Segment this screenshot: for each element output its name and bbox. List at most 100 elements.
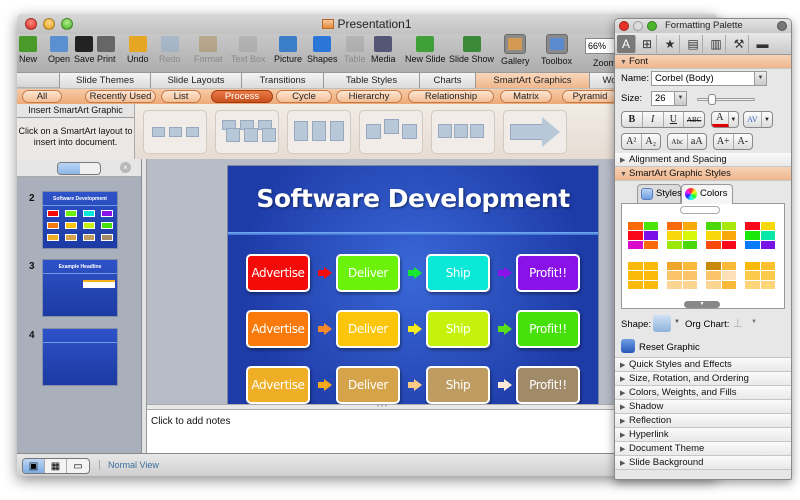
layout-accent-process[interactable] <box>215 110 279 154</box>
toolbar-format-button[interactable]: Format <box>194 36 223 64</box>
category-all[interactable]: All <box>22 90 62 103</box>
chevron-down-icon[interactable]: ▼ <box>674 92 686 105</box>
category-pyramid[interactable]: Pyramid <box>562 90 618 103</box>
notes-area[interactable]: Click to add notes <box>147 410 617 453</box>
color-scheme-swatch[interactable] <box>745 262 775 289</box>
smartart-styles-section-header[interactable]: ▼ SmartArt Graphic Styles <box>615 167 791 181</box>
chevron-down-icon[interactable]: ▼ <box>674 319 680 325</box>
toolbar-new-slide-button[interactable]: New Slide <box>405 36 446 64</box>
slide-thumbnail[interactable] <box>42 328 118 386</box>
reference-tools-tab-icon[interactable]: ▥ <box>707 35 726 53</box>
palette-collapse-button[interactable] <box>777 21 787 31</box>
grow-font-button[interactable]: A+ <box>714 134 734 149</box>
layout-continuous-block[interactable] <box>359 110 423 154</box>
section-quick-styles-and-effects[interactable]: ▶ Quick Styles and Effects <box>615 358 791 372</box>
color-scheme-swatch[interactable] <box>667 222 697 249</box>
compatibility-tab-icon[interactable]: ⚒ <box>730 35 749 53</box>
toolbar-table-button[interactable]: Table <box>344 36 366 64</box>
category-matrix[interactable]: Matrix <box>500 90 552 103</box>
font-name-field[interactable]: Corbel (Body) ▼ <box>651 71 767 86</box>
shape-picker-button[interactable] <box>653 315 671 332</box>
close-pane-icon[interactable]: × <box>120 162 131 173</box>
change-case-button[interactable]: aA <box>688 134 707 149</box>
process-node-ship[interactable]: Ship <box>426 366 490 404</box>
process-node-deliver[interactable]: Deliver <box>336 310 400 348</box>
category-recently-used[interactable]: Recently Used <box>85 90 156 103</box>
layout-basic-process[interactable] <box>143 110 207 154</box>
category-list[interactable]: List <box>161 90 201 103</box>
shrink-font-button[interactable]: A- <box>734 134 753 149</box>
font-color-button[interactable]: A ▼ <box>711 111 739 128</box>
process-node-profit[interactable]: Profit!! <box>516 254 580 292</box>
process-node-advertise[interactable]: Advertise <box>246 310 310 348</box>
colors-tab[interactable]: Colors <box>681 184 733 204</box>
custom-animation-tab-icon[interactable]: ★ <box>661 35 680 53</box>
ribbon-tab-transitions[interactable]: Transitions <box>241 73 323 88</box>
slider-thumb[interactable] <box>708 94 716 105</box>
toolbar-toolbox-button[interactable]: Toolbox <box>541 34 572 66</box>
font-size-slider[interactable] <box>697 94 755 105</box>
superscript-button[interactable]: A² <box>622 134 642 149</box>
process-node-profit[interactable]: Profit!! <box>516 366 580 404</box>
color-scheme-swatch[interactable] <box>667 262 697 289</box>
section-colors-weights-and-fills[interactable]: ▶ Colors, Weights, and Fills <box>615 386 791 400</box>
alignment-section-header[interactable]: ▶ Alignment and Spacing <box>615 153 791 167</box>
slide-thumbnail[interactable]: Example Headline <box>42 259 118 317</box>
gallery-scroll-down[interactable]: ▼ <box>684 301 720 308</box>
layout-process-arrows[interactable] <box>431 110 495 154</box>
slide-show-button[interactable]: ▭ <box>67 459 89 473</box>
toolbar-shapes-button[interactable]: Shapes <box>307 36 338 64</box>
toolbar-print-button[interactable]: Print <box>97 36 116 64</box>
color-scheme-swatch[interactable] <box>706 262 736 289</box>
underline-button[interactable]: U <box>664 112 685 127</box>
bold-button[interactable]: B <box>622 112 643 127</box>
process-node-ship[interactable]: Ship <box>426 254 490 292</box>
section-hyperlink[interactable]: ▶ Hyperlink <box>615 428 791 442</box>
ribbon-tab-slide-layouts[interactable]: Slide Layouts <box>150 73 241 88</box>
character-spacing-button[interactable]: AV ▼ <box>743 111 773 128</box>
strikethrough-button[interactable]: ABC <box>684 112 704 127</box>
toolbar-open-button[interactable]: Open <box>48 36 70 64</box>
toolbar-text-box-button[interactable]: Text Box <box>231 36 266 64</box>
formatting-palette-tab-icon[interactable]: A <box>617 35 636 53</box>
italic-button[interactable]: I <box>643 112 664 127</box>
section-size-rotation-and-ordering[interactable]: ▶ Size, Rotation, and Ordering <box>615 372 791 386</box>
slides-view-button[interactable] <box>58 163 80 174</box>
palette-close-button[interactable] <box>619 21 629 31</box>
small-caps-button[interactable]: Abc <box>668 134 688 149</box>
toolbar-save-button[interactable]: Save <box>74 36 95 64</box>
color-scheme-swatch[interactable] <box>628 262 658 289</box>
object-palette-tab-icon[interactable]: ⊞ <box>638 35 657 53</box>
font-section-header[interactable]: ▼ Font <box>615 55 791 69</box>
section-shadow[interactable]: ▶ Shadow <box>615 400 791 414</box>
layout-upward-arrow[interactable] <box>503 110 567 154</box>
process-node-advertise[interactable]: Advertise <box>246 254 310 292</box>
toolbar-slide-show-button[interactable]: Slide Show <box>449 36 494 64</box>
process-node-deliver[interactable]: Deliver <box>336 366 400 404</box>
color-scheme-swatch[interactable] <box>706 222 736 249</box>
palette-zoom-button[interactable] <box>647 21 657 31</box>
category-relationship[interactable]: Relationship <box>408 90 494 103</box>
section-document-theme[interactable]: ▶ Document Theme <box>615 442 791 456</box>
toolbar-new-button[interactable]: New <box>19 36 37 64</box>
styles-tab[interactable]: Styles <box>637 184 682 204</box>
gallery-scroll-up[interactable] <box>680 206 720 214</box>
ribbon-tab-charts[interactable]: Charts <box>419 73 475 88</box>
category-cycle[interactable]: Cycle <box>276 90 332 103</box>
ribbon-tab-table-styles[interactable]: Table Styles <box>323 73 419 88</box>
outline-view-button[interactable] <box>80 163 100 174</box>
color-scheme-swatch[interactable] <box>628 222 658 249</box>
category-process[interactable]: Process <box>211 90 273 103</box>
current-slide[interactable]: Software Development Advertise Deliver Shi… <box>227 165 599 407</box>
chevron-down-icon[interactable]: ▼ <box>751 319 757 325</box>
font-size-field[interactable]: 26 ▼ <box>651 91 687 106</box>
process-node-advertise[interactable]: Advertise <box>246 366 310 404</box>
toolbar-redo-button[interactable]: Redo <box>159 36 181 64</box>
subscript-button[interactable]: A₂ <box>642 134 661 149</box>
slide-sorter-button[interactable]: ▦ <box>45 459 67 473</box>
section-slide-background[interactable]: ▶ Slide Background <box>615 456 791 470</box>
normal-view-button[interactable]: ▣ <box>23 459 45 473</box>
toolbar-media-button[interactable]: Media <box>371 36 396 64</box>
section-reflection[interactable]: ▶ Reflection <box>615 414 791 428</box>
project-gallery-tab-icon[interactable]: ▬ <box>753 35 772 53</box>
